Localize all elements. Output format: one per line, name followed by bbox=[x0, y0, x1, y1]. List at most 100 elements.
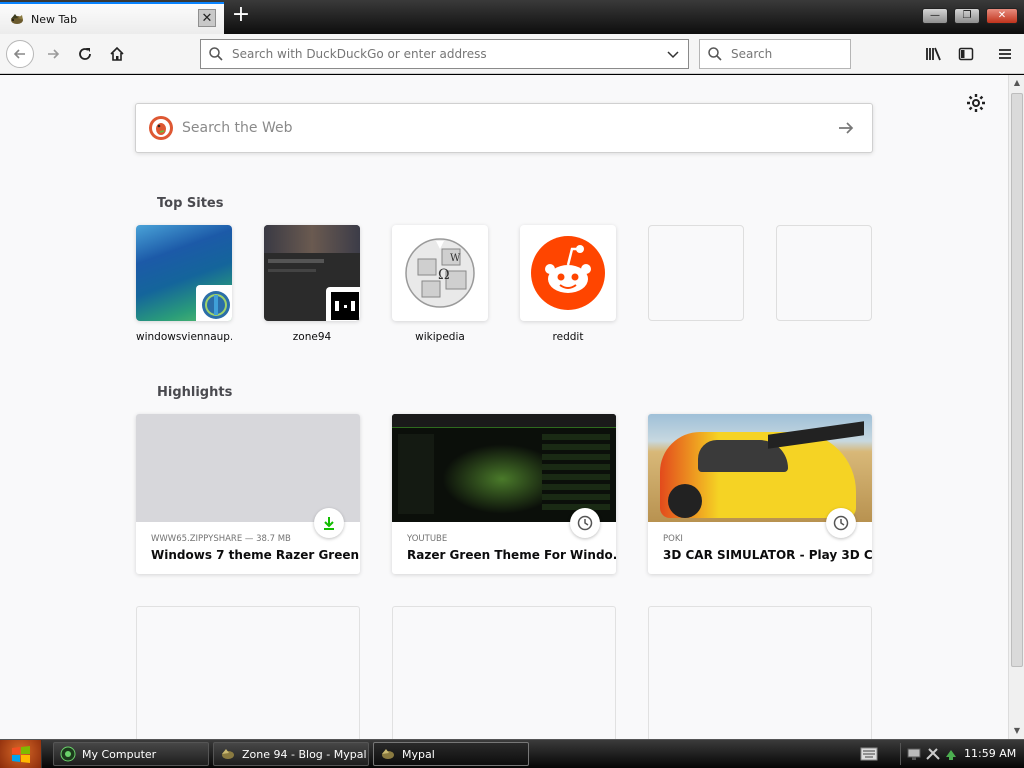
top-site-label: reddit bbox=[552, 331, 584, 343]
top-site-thumbnail: Ω W bbox=[392, 225, 488, 321]
restore-button[interactable]: ❐ bbox=[954, 8, 980, 24]
download-badge bbox=[314, 508, 344, 538]
back-arrow-icon bbox=[13, 49, 25, 59]
top-site-thumbnail bbox=[136, 225, 232, 321]
sidebar-icon bbox=[958, 47, 974, 61]
wikipedia-globe-icon: Ω W bbox=[405, 238, 475, 308]
library-button[interactable] bbox=[920, 40, 948, 68]
network-icon[interactable] bbox=[907, 747, 923, 761]
zone94-banner bbox=[264, 225, 360, 253]
scroll-down-arrow-icon[interactable]: ▼ bbox=[1009, 723, 1024, 739]
windows-globe-icon bbox=[202, 291, 230, 319]
highlight-source: WWW65.ZIPPYSHARE — 38.7 MB bbox=[151, 534, 291, 544]
search-icon bbox=[708, 47, 722, 61]
search-input[interactable] bbox=[731, 47, 850, 61]
new-tab-page: Top Sites windowsviennaup... bbox=[0, 75, 1008, 739]
taskbar-item-label: Zone 94 - Blog - Mypal bbox=[242, 747, 367, 761]
menu-button[interactable] bbox=[991, 40, 1019, 68]
top-site-empty-slot bbox=[648, 225, 744, 321]
taskbar-item-my-computer[interactable]: My Computer bbox=[53, 742, 209, 766]
library-icon bbox=[926, 47, 941, 61]
chevron-down-icon[interactable] bbox=[666, 47, 680, 61]
clock-badge bbox=[570, 508, 600, 538]
web-search-input[interactable] bbox=[182, 120, 802, 136]
mypal-app-icon bbox=[382, 749, 394, 759]
tab-title: New Tab bbox=[31, 12, 78, 26]
minimize-button[interactable]: — bbox=[922, 8, 948, 24]
top-site-thumbnail bbox=[264, 225, 360, 321]
scroll-up-arrow-icon[interactable]: ▲ bbox=[1009, 75, 1024, 91]
taskbar: My Computer Zone 94 - Blog - Mypal Mypal bbox=[0, 739, 1024, 768]
highlight-source: POKI bbox=[663, 534, 683, 544]
top-sites-heading: Top Sites bbox=[157, 196, 224, 211]
mypal-favicon-icon bbox=[11, 14, 23, 24]
url-bar[interactable] bbox=[200, 39, 689, 69]
gear-icon[interactable] bbox=[966, 93, 986, 113]
forward-button[interactable] bbox=[39, 40, 67, 68]
taskbar-item-label: Mypal bbox=[402, 747, 435, 761]
scrollbar-thumb[interactable] bbox=[1011, 93, 1023, 667]
top-site-empty-slot bbox=[776, 225, 872, 321]
top-site-tile[interactable]: zone94 bbox=[264, 225, 360, 343]
zone94-logo-icon bbox=[331, 292, 359, 320]
search-icon bbox=[209, 47, 223, 61]
clock-badge bbox=[826, 508, 856, 538]
tab-strip: New Tab ✕ + — ❐ ✕ bbox=[0, 0, 1024, 34]
close-window-button[interactable]: ✕ bbox=[986, 8, 1018, 24]
navigation-toolbar bbox=[0, 34, 1024, 74]
arrow-right-icon[interactable] bbox=[836, 118, 856, 138]
system-tray bbox=[900, 743, 960, 765]
duckduckgo-logo-icon bbox=[149, 116, 173, 140]
highlight-thumbnail bbox=[136, 414, 360, 522]
svg-text:W: W bbox=[450, 253, 461, 264]
taskbar-item-label: My Computer bbox=[82, 747, 157, 761]
top-site-tile[interactable]: reddit bbox=[520, 225, 616, 343]
keyboard-icon[interactable] bbox=[860, 746, 878, 762]
highlight-thumbnail bbox=[648, 414, 872, 522]
reload-icon bbox=[79, 48, 91, 60]
highlight-empty-slot bbox=[392, 606, 616, 739]
top-site-label: wikipedia bbox=[415, 331, 465, 343]
mypal-app-icon bbox=[222, 749, 234, 759]
top-site-tile[interactable]: windowsviennaup... bbox=[136, 225, 232, 343]
home-icon bbox=[110, 46, 124, 61]
highlight-empty-slot bbox=[136, 606, 360, 739]
site-favicon bbox=[326, 287, 360, 321]
svg-text:Ω: Ω bbox=[438, 267, 450, 283]
highlight-card[interactable]: WWW65.ZIPPYSHARE — 38.7 MB Windows 7 the… bbox=[136, 414, 360, 574]
top-site-label: windowsviennaup... bbox=[136, 331, 232, 343]
new-tab-button[interactable]: + bbox=[230, 4, 252, 27]
web-search-box[interactable] bbox=[135, 103, 873, 153]
tab-close-button[interactable]: ✕ bbox=[198, 9, 216, 27]
top-site-tile[interactable]: Ω W wikipedia bbox=[392, 225, 488, 343]
tools-icon[interactable] bbox=[925, 747, 941, 761]
back-button[interactable] bbox=[6, 40, 34, 68]
highlight-empty-slot bbox=[648, 606, 872, 739]
highlights-heading: Highlights bbox=[157, 385, 233, 400]
safely-remove-icon[interactable] bbox=[943, 747, 959, 761]
top-site-label: zone94 bbox=[292, 331, 332, 343]
highlight-title: 3D CAR SIMULATOR - Play 3D C... bbox=[663, 548, 872, 562]
windows-logo-icon bbox=[12, 746, 30, 763]
start-button[interactable] bbox=[0, 740, 42, 768]
clock-icon bbox=[577, 515, 593, 531]
highlight-card[interactable]: YOUTUBE Razer Green Theme For Windo... bbox=[392, 414, 616, 574]
forward-arrow-icon bbox=[48, 49, 60, 59]
site-favicon bbox=[196, 285, 232, 321]
highlight-title: Windows 7 theme Razer Green ... bbox=[151, 548, 360, 562]
url-input[interactable] bbox=[232, 47, 658, 61]
clock-icon bbox=[833, 515, 849, 531]
download-icon bbox=[324, 517, 334, 530]
highlight-card[interactable]: POKI 3D CAR SIMULATOR - Play 3D C... bbox=[648, 414, 872, 574]
system-clock[interactable]: 11:59 AM bbox=[964, 747, 1016, 760]
sidebar-button[interactable] bbox=[952, 40, 980, 68]
taskbar-item-mypal[interactable]: Mypal bbox=[373, 742, 529, 766]
computer-icon bbox=[60, 746, 76, 762]
vertical-scrollbar[interactable]: ▲ ▼ bbox=[1008, 75, 1024, 739]
taskbar-item-zone94[interactable]: Zone 94 - Blog - Mypal bbox=[213, 742, 369, 766]
home-button[interactable] bbox=[103, 40, 131, 68]
highlight-thumbnail bbox=[392, 414, 616, 522]
search-bar[interactable] bbox=[699, 39, 851, 69]
tab-new-tab[interactable]: New Tab ✕ bbox=[0, 2, 224, 34]
reload-button[interactable] bbox=[71, 40, 99, 68]
